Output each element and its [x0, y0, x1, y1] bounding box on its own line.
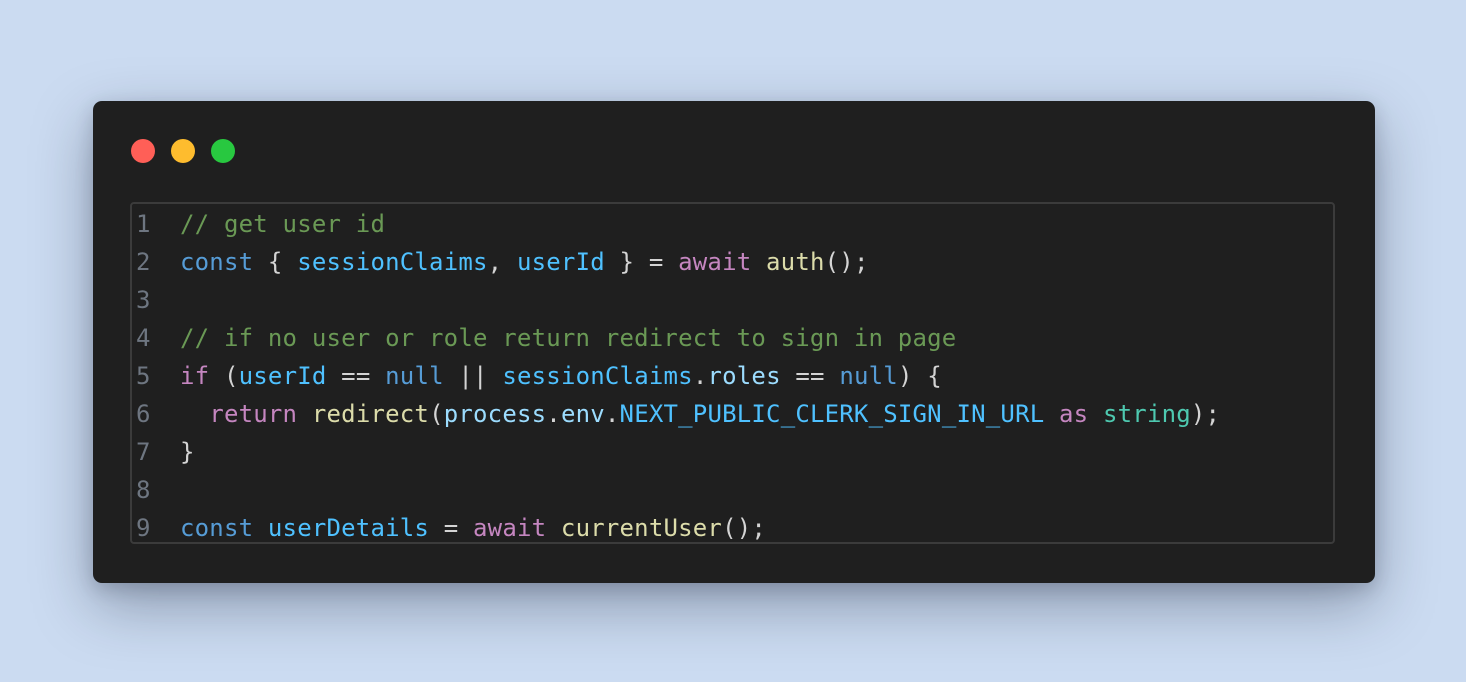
code-token-control: if [180, 362, 210, 390]
code-token-punct: == [780, 362, 840, 390]
code-token-punct [253, 514, 268, 542]
code-token-var: userId [238, 362, 327, 390]
code-token-keyword: const [180, 248, 254, 276]
line-code: const userDetails = await currentUser(); [180, 509, 767, 542]
code-token-punct [297, 400, 312, 428]
window-controls [131, 139, 235, 163]
line-code: // if no user or role return redirect to… [180, 319, 956, 357]
code-token-punct: = [429, 514, 474, 542]
line-number: 2 [136, 248, 151, 276]
line-number: 1 [136, 210, 151, 238]
code-token-func: auth [766, 248, 825, 276]
line-code: const { sessionClaims, userId } = await … [180, 243, 869, 281]
code-line: 2 const { sessionClaims, userId } = await… [132, 243, 1333, 281]
code-token-punct: ) { [897, 362, 942, 390]
code-token-punct [751, 248, 766, 276]
code-token-punct: . [604, 400, 620, 428]
code-line: 7} [132, 433, 1333, 471]
line-code: return redirect(process.env.NEXT_PUBLIC_… [180, 395, 1220, 433]
code-token-punct: (); [722, 514, 767, 542]
line-number: 9 [136, 514, 151, 542]
code-token-punct: . [546, 400, 561, 428]
code-token-punct: ); [1190, 400, 1221, 428]
code-token-keyword: null [839, 362, 898, 390]
line-number: 6 [136, 400, 151, 428]
code-token-type: string [1103, 400, 1191, 428]
code-token-comment: // get user id [180, 210, 386, 238]
code-token-var: sessionClaims [502, 362, 693, 390]
code-line: 1 // get user id [132, 205, 1333, 243]
code-token-punct [1088, 400, 1103, 428]
code-token-punct: } = [604, 248, 679, 276]
code-token-punct: ( [429, 400, 444, 428]
line-code: // get user id [180, 205, 385, 243]
line-code: if (userId == null || sessionClaims.role… [180, 357, 942, 395]
code-token-prop: roles [707, 362, 781, 390]
code-token-punct: ( [209, 362, 239, 390]
line-number: 3 [136, 286, 151, 314]
code-token-punct: == [326, 362, 386, 390]
line-number: 5 [136, 362, 151, 390]
code-token-control: return [209, 400, 298, 428]
code-line: 5 if (userId == null || sessionClaims.rol… [132, 357, 1333, 395]
code-line: 8 [132, 471, 1333, 509]
code-token-punct: (); [824, 248, 869, 276]
code-token-punct: . [692, 362, 708, 390]
code-token-var: sessionClaims [297, 248, 488, 276]
code-token-control: await [678, 248, 752, 276]
code-line: 4 // if no user or role return redirect t… [132, 319, 1333, 357]
code-token-punct [180, 400, 209, 428]
code-line: 9 const userDetails = await currentUser()… [132, 509, 1333, 542]
line-number: 7 [136, 438, 151, 466]
code-window: 1 // get user id 2 const { sessionClaims, u… [93, 101, 1375, 583]
code-token-punct: } [180, 438, 195, 466]
code-token-punct: || [443, 362, 503, 390]
code-token-var: userId [516, 248, 605, 276]
zoom-dot-icon[interactable] [211, 139, 235, 163]
code-token-punct [1044, 400, 1059, 428]
line-number: 4 [136, 324, 151, 352]
code-token-func: currentUser [560, 514, 723, 542]
code-token-control: await [473, 514, 547, 542]
code-editor[interactable]: 1 // get user id 2 const { sessionClaims, u… [130, 202, 1335, 544]
code-token-control: as [1059, 400, 1089, 428]
code-line: 6 return redirect(process.env.NEXT_PUBLI… [132, 395, 1333, 433]
code-token-const: NEXT_PUBLIC_CLERK_SIGN_IN_URL [619, 400, 1045, 428]
code-token-comment: // if no user or role return redirect to… [180, 324, 957, 352]
code-token-punct: , [487, 248, 517, 276]
code-token-keyword: const [180, 514, 254, 542]
line-code: } [180, 433, 195, 471]
code-token-prop: env [560, 400, 605, 428]
code-line: 3 [132, 281, 1333, 319]
code-token-prop: process [443, 400, 547, 428]
code-token-punct [546, 514, 561, 542]
line-number: 8 [136, 476, 151, 504]
code-token-punct: { [253, 248, 298, 276]
minimize-dot-icon[interactable] [171, 139, 195, 163]
code-token-var: userDetails [267, 514, 430, 542]
code-token-func: redirect [311, 400, 430, 428]
close-dot-icon[interactable] [131, 139, 155, 163]
code-token-keyword: null [385, 362, 444, 390]
